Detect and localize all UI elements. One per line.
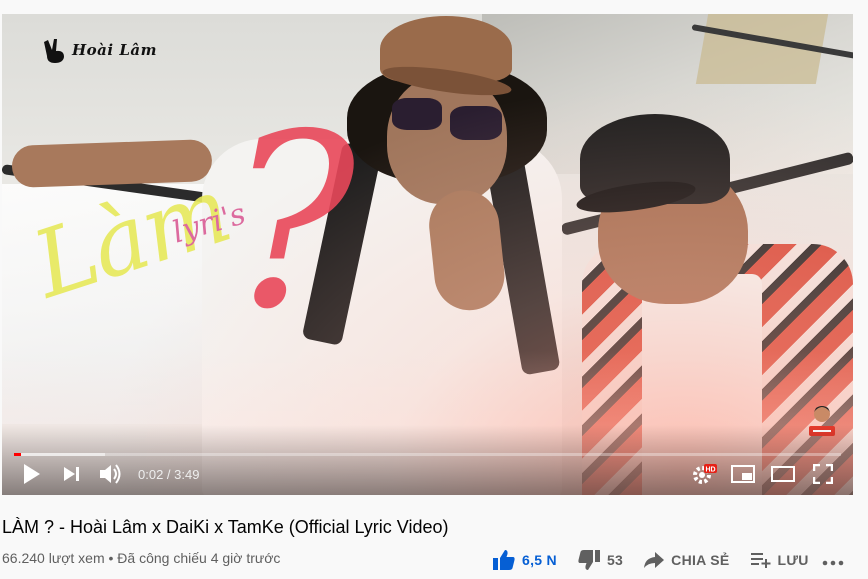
- save-button[interactable]: LƯU: [750, 551, 809, 569]
- play-icon: [24, 464, 40, 484]
- channel-watermark: Hoài Lâm: [42, 36, 157, 64]
- meta-separator: •: [104, 550, 118, 566]
- channel-watermark-text: Hoài Lâm: [72, 41, 157, 59]
- time-display: 0:02 / 3:49: [138, 467, 199, 482]
- progress-bar[interactable]: [14, 453, 841, 456]
- settings-gear-icon: HD: [693, 464, 717, 484]
- duration: 3:49: [174, 467, 200, 482]
- peace-hand-logo-icon: [44, 39, 64, 63]
- video-title: LÀM ? - Hoài Lâm x DaiKi x TamKe (Offici…: [2, 517, 449, 537]
- save-label: LƯU: [777, 552, 809, 568]
- more-actions-button[interactable]: [822, 553, 844, 571]
- video-player[interactable]: Hoài Lâm ? Làm lyri's 0:02 / 3:49 HD: [2, 14, 853, 495]
- fullscreen-icon: [813, 464, 833, 484]
- like-button[interactable]: 6,5 N: [492, 549, 557, 571]
- settings-button[interactable]: HD: [692, 462, 718, 486]
- volume-button[interactable]: [98, 462, 124, 486]
- next-icon: [64, 467, 79, 481]
- more-dots-icon: [822, 560, 844, 566]
- thumbs-down-icon: [578, 550, 600, 570]
- share-arrow-icon: [644, 552, 665, 568]
- volume-icon: [100, 464, 121, 484]
- playlist-add-icon: [750, 553, 771, 568]
- progress-buffered: [14, 453, 105, 456]
- video-actions: 6,5 N 53 CHIA SẺ LƯU: [492, 548, 829, 572]
- youtube-watch-page: Hoài Lâm ? Làm lyri's 0:02 / 3:49 HD LÀM…: [0, 0, 868, 579]
- time-separator: /: [163, 467, 175, 482]
- view-count: 66.240 lượt xem: [2, 550, 105, 566]
- video-frame: Hoài Lâm ? Làm lyri's: [2, 14, 853, 495]
- theater-mode-icon: [771, 466, 795, 482]
- current-time: 0:02: [138, 467, 164, 482]
- hd-badge: HD: [705, 467, 715, 474]
- share-button[interactable]: CHIA SẺ: [643, 551, 729, 569]
- premiere-date: Đã công chiếu 4 giờ trước: [117, 550, 281, 566]
- share-label: CHIA SẺ: [671, 552, 730, 568]
- next-button[interactable]: [60, 462, 84, 486]
- controls-gradient: [2, 425, 853, 495]
- theater-mode-button[interactable]: [770, 462, 796, 486]
- miniplayer-button[interactable]: [730, 462, 756, 486]
- video-meta: 66.240 lượt xem • Đã công chiếu 4 giờ tr…: [2, 550, 280, 566]
- dislike-count: 53: [606, 552, 624, 568]
- progress-played: [14, 453, 22, 456]
- thumbs-up-icon: [493, 550, 515, 570]
- dislike-button[interactable]: 53: [577, 549, 623, 571]
- play-button[interactable]: [20, 462, 44, 486]
- fullscreen-button[interactable]: [810, 462, 836, 486]
- like-count: 6,5 N: [522, 552, 557, 568]
- miniplayer-icon: [731, 465, 755, 483]
